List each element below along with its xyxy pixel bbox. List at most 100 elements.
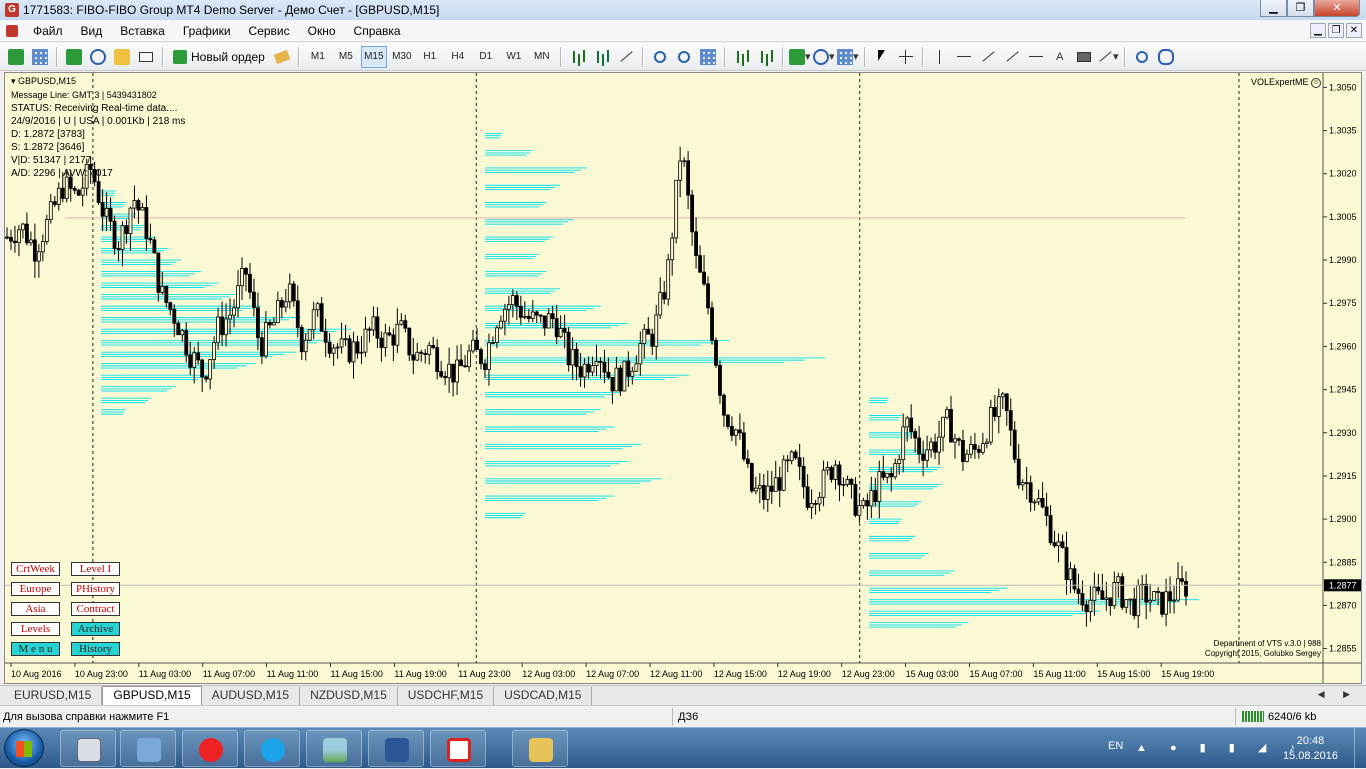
phistory-button[interactable]: PHistory [71, 582, 120, 596]
tab-nzdusd[interactable]: NZDUSD,M15 [300, 687, 398, 705]
crosshair-tool[interactable] [895, 46, 917, 68]
chart-canvas[interactable]: 1.3050 1.3035 1.3020 1.3005 1.2990 1.2975 1.29… [5, 73, 1362, 684]
close-button[interactable]: ✕ [1314, 0, 1360, 17]
taskbar-explorer[interactable] [512, 730, 568, 767]
templates-button[interactable]: ▾ [837, 46, 859, 68]
new-order-button[interactable]: Новый ордер [169, 46, 269, 68]
tab-gbpusd[interactable]: GBPUSD,M15 [102, 686, 202, 705]
tab-usdchf[interactable]: USDCHF,M15 [398, 687, 495, 705]
market-watch-button[interactable] [63, 46, 85, 68]
vertical-line-tool[interactable] [929, 46, 951, 68]
candle-body [399, 320, 404, 325]
start-button[interactable] [4, 729, 44, 767]
line-chart-button[interactable] [615, 46, 637, 68]
periods-button[interactable]: ▾ [813, 46, 835, 68]
timeframe-m1[interactable]: M1 [305, 46, 331, 68]
contract-button[interactable]: Contract [71, 602, 120, 616]
menu-charts[interactable]: Графики [174, 24, 240, 38]
menu-file[interactable]: Файл [24, 24, 72, 38]
history-button[interactable]: History [71, 642, 120, 656]
taskbar-skype[interactable] [244, 730, 300, 767]
chart-window-icon[interactable] [6, 24, 18, 37]
cursor-icon [874, 49, 890, 65]
navigator-button[interactable] [87, 46, 109, 68]
arrows-tool[interactable]: ▾ [1097, 46, 1119, 68]
candle-body [56, 187, 61, 205]
minimize-button[interactable]: ▁ [1260, 0, 1287, 17]
language-indicator[interactable]: EN [1108, 740, 1123, 752]
mdi-close-button[interactable]: ✕ [1346, 23, 1362, 38]
level-i-button[interactable]: Level I [71, 562, 120, 576]
timeframe-m5[interactable]: M5 [333, 46, 359, 68]
indicators-button[interactable]: ▾ [789, 46, 811, 68]
timeframe-d1[interactable]: D1 [473, 46, 499, 68]
candle-body [1056, 541, 1061, 547]
tab-audusd[interactable]: AUDUSD,M15 [202, 687, 301, 705]
taskbar-word[interactable] [368, 730, 424, 767]
chat-button[interactable] [1155, 46, 1177, 68]
timeframe-h1[interactable]: H1 [417, 46, 443, 68]
candle-body [925, 449, 930, 461]
tester-button[interactable] [135, 46, 157, 68]
candle-body [1152, 591, 1157, 601]
auto-scroll-button[interactable] [731, 46, 753, 68]
label-tool[interactable] [1073, 46, 1095, 68]
menu-insert[interactable]: Вставка [111, 24, 174, 38]
zoom-out-icon [677, 50, 690, 63]
taskbar-computer[interactable] [120, 730, 176, 767]
menu-help[interactable]: Справка [345, 24, 410, 38]
zoom-out-button[interactable] [673, 46, 695, 68]
cursor-tool[interactable] [871, 46, 893, 68]
search-button[interactable] [1131, 46, 1153, 68]
taskbar-yandex[interactable] [182, 730, 238, 767]
timeframe-w1[interactable]: W1 [501, 46, 527, 68]
channel-tool[interactable] [1001, 46, 1023, 68]
taskbar-calculator[interactable] [60, 730, 116, 767]
menu-tools[interactable]: Сервис [240, 24, 299, 38]
profiles-button[interactable] [29, 46, 51, 68]
horizontal-line-tool[interactable] [953, 46, 975, 68]
clock[interactable]: 20:48 15.08.2016 [1283, 734, 1338, 764]
menu-window[interactable]: Окно [299, 24, 345, 38]
zoom-in-button[interactable] [649, 46, 671, 68]
menu-view[interactable]: Вид [72, 24, 112, 38]
tray-icons[interactable]: ▲ ● ▮ ▮ ◢ ♪ [1136, 741, 1305, 754]
crtweek-button[interactable]: CrtWeek [11, 562, 60, 576]
trendline-tool[interactable] [977, 46, 999, 68]
levels-button[interactable]: Levels [11, 622, 60, 636]
text-tool[interactable]: A [1049, 46, 1071, 68]
taskbar-fibo[interactable] [430, 730, 486, 767]
chart-shift-button[interactable] [755, 46, 777, 68]
candle-chart-button[interactable] [591, 46, 613, 68]
maximize-button[interactable]: ❐ [1287, 0, 1314, 17]
candle-body [706, 283, 710, 309]
bar-chart-button[interactable] [567, 46, 589, 68]
candle-body [969, 444, 973, 455]
mdi-restore-button[interactable]: ❐ [1328, 23, 1344, 38]
chart-symbol: ▾ GBPUSD,M15 [11, 76, 77, 86]
autotrading-button[interactable] [271, 46, 293, 68]
candle-body [275, 300, 280, 324]
tab-usdcad[interactable]: USDCAD,M15 [494, 687, 593, 705]
candle-body [506, 304, 511, 310]
tile-windows-button[interactable] [697, 46, 719, 68]
asia-button[interactable]: Asia [11, 602, 60, 616]
price-chart[interactable]: 1.3050 1.3035 1.3020 1.3005 1.2990 1.2975 1.29… [4, 72, 1362, 684]
taskbar-photos[interactable] [306, 730, 362, 767]
show-desktop-button[interactable] [1354, 728, 1366, 769]
timeframe-m30[interactable]: M30 [389, 46, 415, 68]
favorites-button[interactable] [111, 46, 133, 68]
menu-button[interactable]: M e n u [11, 642, 60, 656]
fibo-tool[interactable] [1025, 46, 1047, 68]
mdi-minimize-button[interactable]: ▁ [1310, 23, 1326, 38]
timeframe-mn[interactable]: MN [529, 46, 555, 68]
new-chart-button[interactable] [5, 46, 27, 68]
archive-button[interactable]: Archive [71, 622, 120, 636]
europe-button[interactable]: Europe [11, 582, 60, 596]
timeframe-m15[interactable]: M15 [360, 45, 387, 68]
tab-eurusd[interactable]: EURUSD,M15 [4, 687, 103, 705]
status-profile[interactable]: ДЗ6 [678, 711, 698, 723]
timeframe-h4[interactable]: H4 [445, 46, 471, 68]
tab-scroll-arrows[interactable]: ◀ ▶ [1318, 689, 1358, 700]
candle-body [283, 301, 288, 308]
